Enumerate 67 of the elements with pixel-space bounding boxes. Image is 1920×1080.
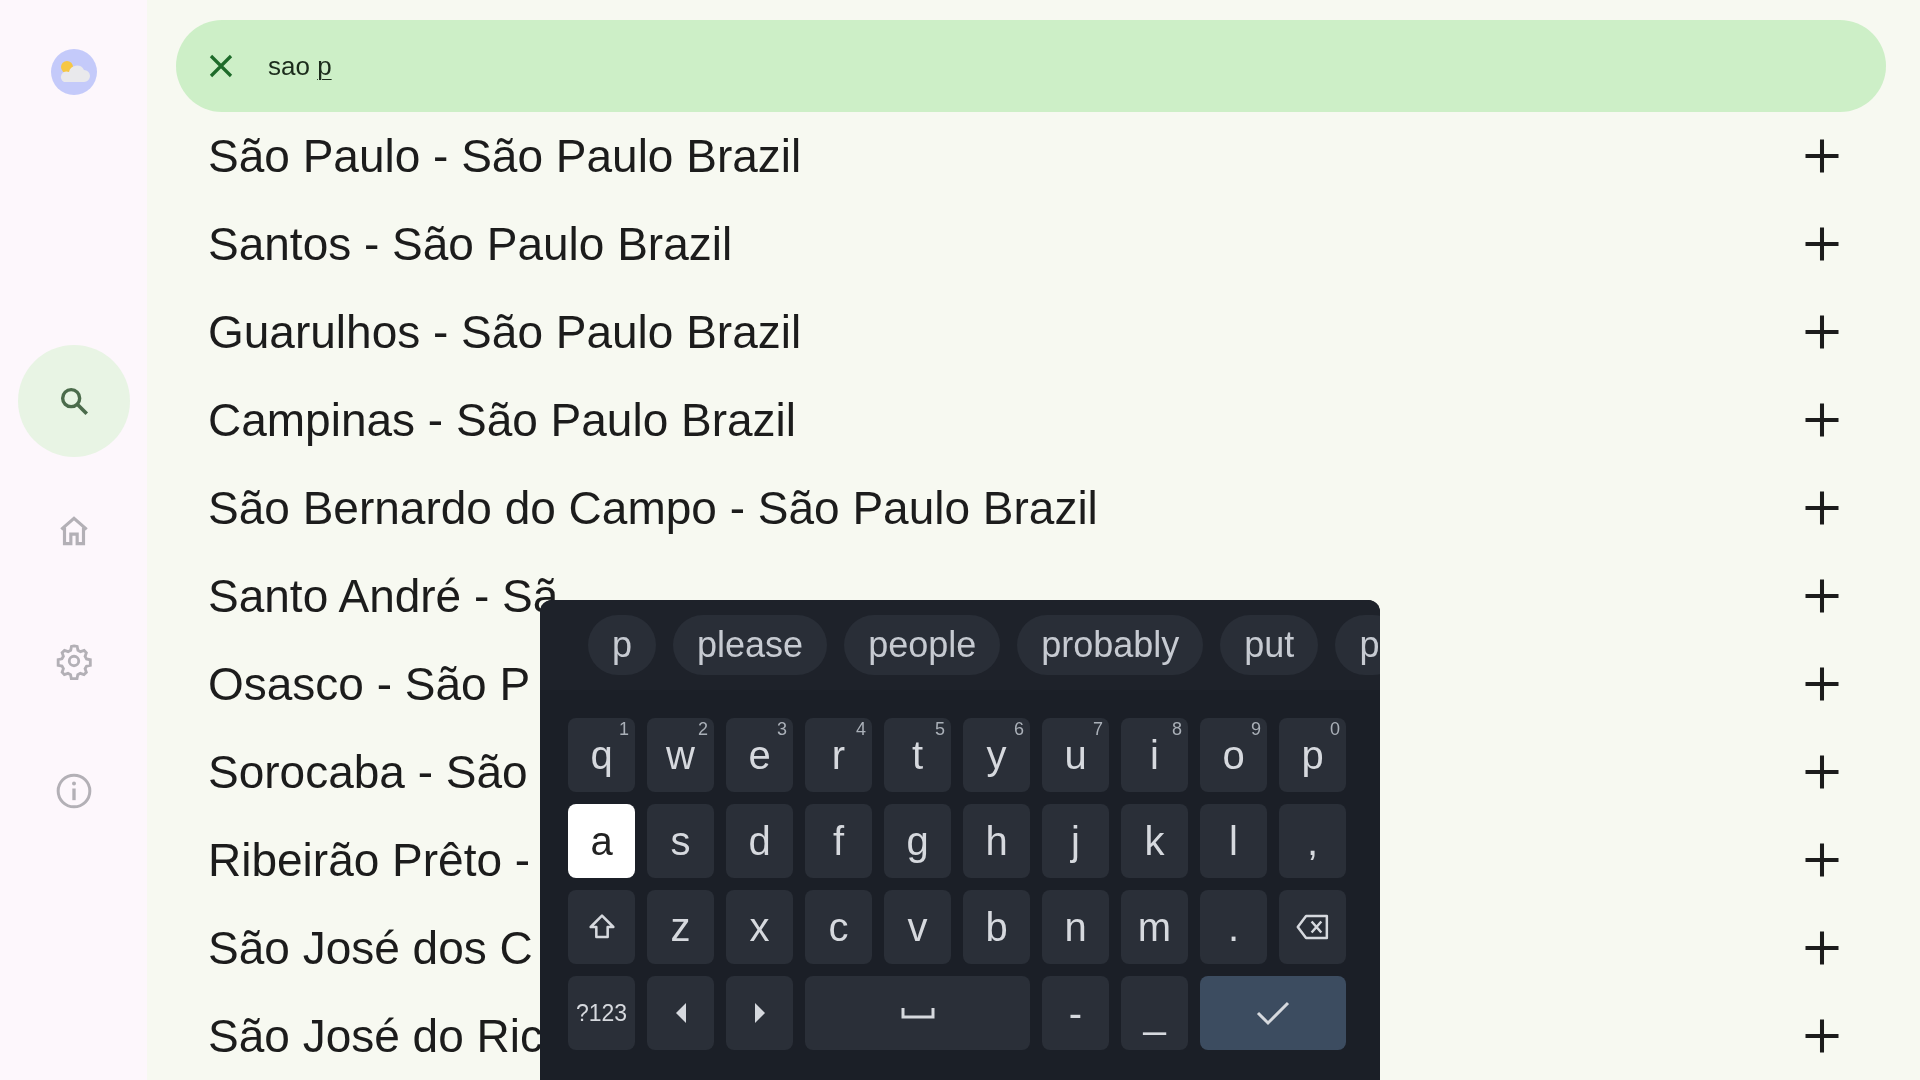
keyboard-key[interactable]: t 5: [884, 718, 951, 792]
keyboard-key[interactable]: y 6: [963, 718, 1030, 792]
suggestion-chip[interactable]: people: [844, 615, 1001, 675]
keyboard-key[interactable]: r 4: [805, 718, 872, 792]
city-result[interactable]: São Bernardo do Campo - São Paulo Brazil: [208, 473, 1098, 543]
settings-icon: [54, 642, 93, 680]
suggestion-chip[interactable]: p: [588, 615, 657, 675]
checkmark-icon: [1255, 999, 1291, 1027]
keyboard-key[interactable]: ?123: [568, 976, 635, 1050]
keyboard-key[interactable]: j: [1042, 804, 1109, 878]
keyboard-key[interactable]: [1279, 890, 1346, 964]
keyboard-key[interactable]: _: [1121, 976, 1188, 1050]
key-hint-number: 3: [777, 720, 787, 738]
key-hint-number: 5: [935, 720, 945, 738]
suggestion-chip[interactable]: please: [673, 615, 828, 675]
city-result[interactable]: Ribeirão Prêto -: [208, 825, 531, 895]
keyboard-key[interactable]: i 8: [1121, 718, 1188, 792]
key-hint-number: 4: [856, 720, 866, 738]
keyboard-key[interactable]: p 0: [1279, 718, 1346, 792]
keyboard-key[interactable]: u 7: [1042, 718, 1109, 792]
keyboard-key[interactable]: e 3: [726, 718, 793, 792]
keyboard-key[interactable]: b: [963, 890, 1030, 964]
right-arrow-icon: [752, 1002, 767, 1024]
suggestion-chip[interactable]: probably: [1017, 615, 1204, 675]
keyboard-key[interactable]: m: [1121, 890, 1188, 964]
city-result[interactable]: Santos - São Paulo Brazil: [208, 209, 733, 279]
key-hint-number: 9: [1251, 720, 1261, 738]
keyboard-key[interactable]: c: [805, 890, 872, 964]
key-hint-number: 2: [698, 720, 708, 738]
weather-logo-icon: [50, 49, 97, 95]
keyboard-key[interactable]: f: [805, 804, 872, 878]
key-hint-number: 1: [619, 720, 629, 738]
city-result[interactable]: São Paulo - São Paulo Brazil: [208, 121, 802, 191]
keyboard-key[interactable]: o 9: [1200, 718, 1267, 792]
space-bar-icon: [900, 1006, 935, 1020]
search-field[interactable]: sao p: [176, 20, 1886, 112]
keyboard-key[interactable]: [568, 890, 635, 964]
city-result[interactable]: Campinas - São Paulo Brazil: [208, 385, 797, 455]
keyboard-key[interactable]: z: [647, 890, 714, 964]
suggestion-chip[interactable]: p: [1335, 615, 1380, 675]
city-result[interactable]: Osasco - São P: [208, 649, 531, 719]
keyboard-key[interactable]: n: [1042, 890, 1109, 964]
suggestion-chip[interactable]: put: [1220, 615, 1319, 675]
keyboard-key[interactable]: a: [568, 804, 635, 878]
keyboard-key[interactable]: h: [963, 804, 1030, 878]
keyboard-key[interactable]: x: [726, 890, 793, 964]
keyboard-key[interactable]: k: [1121, 804, 1188, 878]
key-hint-number: 0: [1330, 720, 1340, 738]
city-result[interactable]: Sorocaba - São: [208, 737, 528, 807]
keyboard-key[interactable]: g: [884, 804, 951, 878]
keyboard-key[interactable]: d: [726, 804, 793, 878]
keyboard-key[interactable]: q 1: [568, 718, 635, 792]
keyboard-key[interactable]: -: [1042, 976, 1109, 1050]
key-hint-number: 6: [1014, 720, 1024, 738]
keyboard-key[interactable]: s: [647, 804, 714, 878]
backspace-icon: [1294, 912, 1331, 942]
keyboard-key[interactable]: v: [884, 890, 951, 964]
keyboard-key[interactable]: w 2: [647, 718, 714, 792]
city-result[interactable]: São José do Ric: [208, 1001, 543, 1071]
key-hint-number: 8: [1172, 720, 1182, 738]
city-result[interactable]: São José dos C: [208, 913, 533, 983]
keyboard-key[interactable]: l: [1200, 804, 1267, 878]
key-hint-number: 7: [1093, 720, 1103, 738]
keyboard-key[interactable]: ,: [1279, 804, 1346, 878]
keyboard-key[interactable]: .: [1200, 890, 1267, 964]
city-result[interactable]: Guarulhos - São Paulo Brazil: [208, 297, 802, 367]
search-text: sao p: [268, 49, 332, 83]
